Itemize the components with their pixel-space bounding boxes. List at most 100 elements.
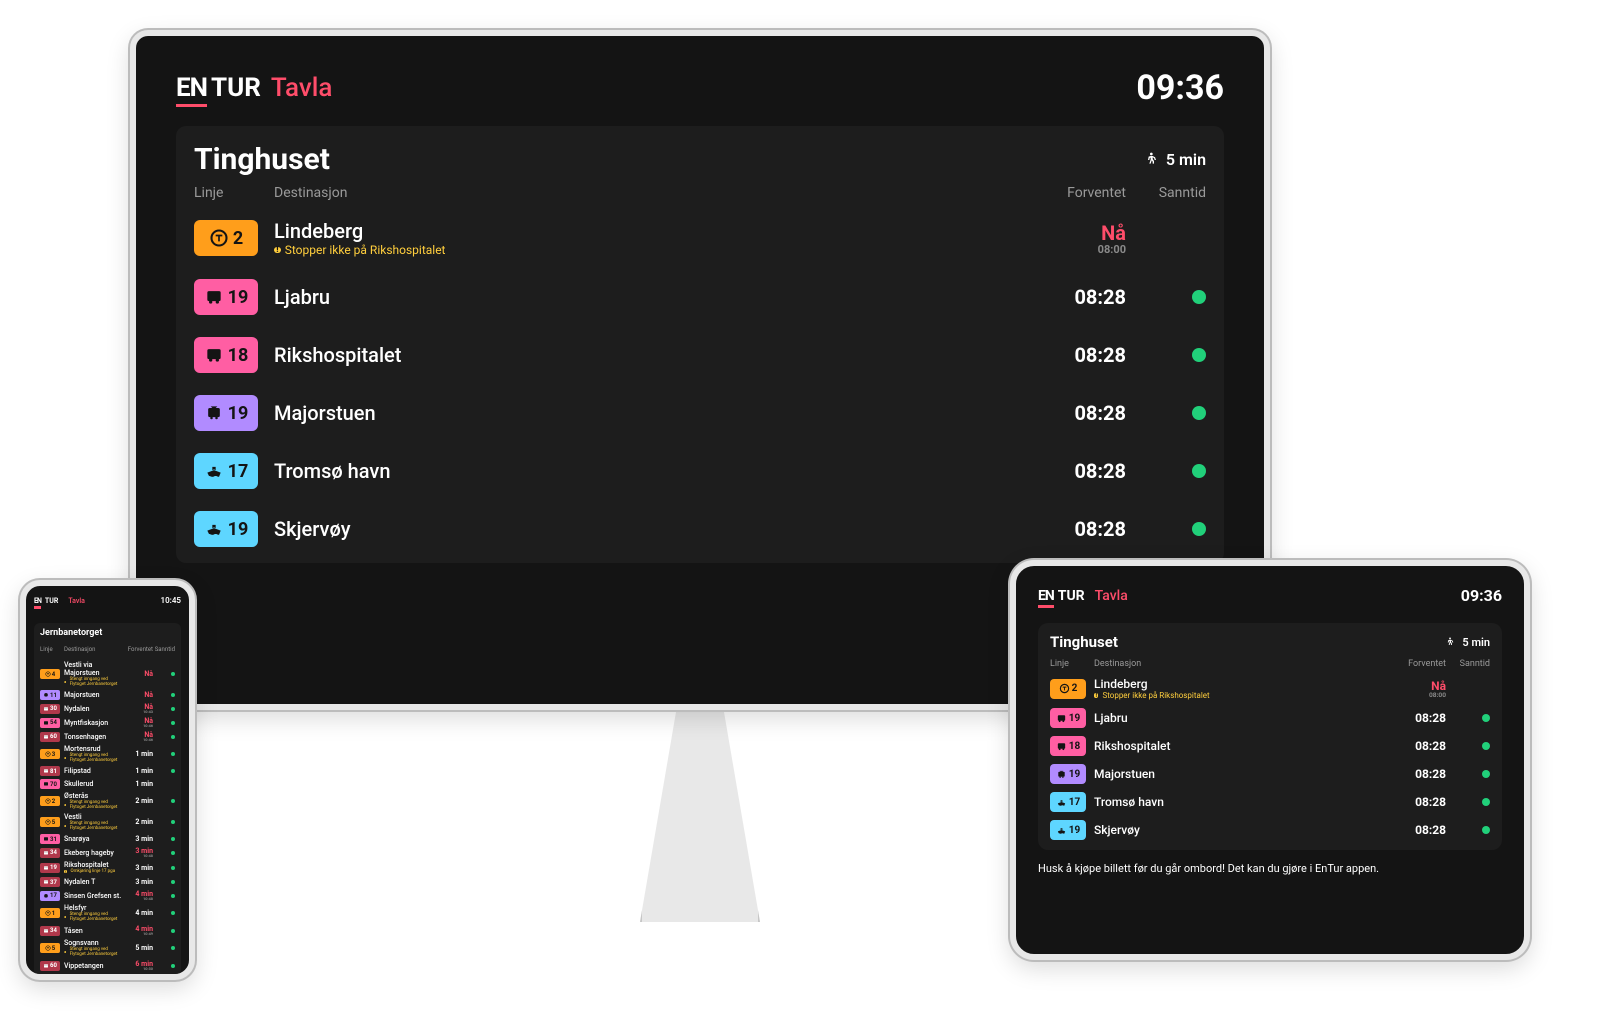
metro-icon [45,819,51,825]
realtime-cell [153,707,175,711]
service-note: ! Stengt inngang ved Flytoget Jernbanetor… [64,947,125,957]
realtime-indicator-icon [171,894,175,898]
logo-en: EN [176,73,207,107]
tram-icon [43,893,49,899]
realtime-indicator-icon [171,672,175,676]
col-expected: Forventet [1386,659,1446,669]
realtime-cell [153,721,175,725]
scheduled-time: 08:00 [1026,243,1126,256]
departure-row: 19Skjervøy08:28 [1050,820,1490,840]
expected-time: 08:28 [1386,711,1446,725]
line-number: 17 [228,461,249,482]
departure-row: 3Mortensrud!Stengt inngang ved Flytoget … [40,745,175,763]
departure-row: 34 Tåsen4 min10:49 [40,925,175,936]
destination: Ekeberg hageby [64,849,125,857]
destination-cell: Helsfyr!Stengt inngang ved Flytoget Jern… [64,904,125,922]
realtime-cell [153,735,175,739]
destination-cell: Tromsø havn [1094,795,1386,809]
line-badge: 19 [194,395,258,431]
bus-icon [204,345,224,365]
departure-row: 19Ljabru08:28 [194,279,1206,315]
service-note: ! Stengt inngang ved Flytoget Jernbanetor… [64,821,125,831]
line-badge: 5 [40,943,60,953]
logo-tur: TUR [1058,588,1085,604]
tram-icon [1056,769,1067,780]
realtime-cell [153,894,175,898]
warning-icon: ! [64,804,66,807]
topbar: ENTUR Tavla 10:45 [34,596,181,605]
realtime-cell [1446,770,1490,778]
note-text: Stengt inngang ved Flytoget Jernbanetorg… [70,912,125,922]
expected-time: 1 min [125,780,153,788]
destination: Rikshospitalet [274,343,1026,367]
warning-icon: ! [64,825,66,828]
expected-time: 08:28 [1026,517,1126,541]
note-text: Stengt inngang ved Flytoget Jernbanetorg… [70,821,125,831]
bus-icon [1056,713,1067,724]
scheduled-time: 10:46 [125,737,153,742]
destination-cell: Skjervøy [274,517,1026,541]
realtime-indicator-icon [1482,714,1490,722]
realtime-cell [1126,348,1206,362]
line-badge: 5 [40,817,60,827]
realtime-cell [153,964,175,968]
walk-time-value: 5 min [1166,150,1206,169]
bus-icon [43,706,49,712]
metro-icon [45,751,51,757]
destination-cell: Tåsen [64,927,125,935]
boat-icon [1056,797,1067,808]
destination: Nydalen [64,705,125,713]
departure-row: 19Ljabru08:28 [1050,708,1490,728]
metro-icon [45,671,51,677]
expected-time: 08:28 [1026,285,1126,309]
metro-icon [45,798,51,804]
realtime-cell [153,851,175,855]
line-badge: 34 [40,926,60,936]
destination-cell: Myntfiskasjon [64,719,125,727]
warning-icon: ! [64,951,66,954]
expected-time: 3 min [125,878,153,886]
scheduled-time: 10:49 [125,931,153,936]
scheduled-time: 10:48 [125,896,153,901]
destination: Majorstuen [1094,767,1386,781]
note-text: Omkjøring linje 17 pga [71,869,116,874]
note-text: Stopper ikke på Rikshospitalet [1102,691,1209,700]
realtime-indicator-icon [171,752,175,756]
expected-time: 4 min10:49 [125,925,153,936]
realtime-indicator-icon [171,929,175,933]
col-realtime: Sanntid [1446,659,1490,669]
realtime-indicator-icon [171,707,175,711]
line-badge: 11 [40,690,60,700]
departure-row: 2Østerås!Stengt inngang ved Flytoget Jer… [40,792,175,810]
expected-time: Nå10:46 [125,731,153,742]
boat-icon [204,461,224,481]
realtime-cell [153,769,175,773]
line-badge: 2 [194,220,258,256]
note-text: Stengt inngang ved Flytoget Jernbanetorg… [70,947,125,957]
expected-time: 3 min [125,864,153,872]
destination-cell: Lindeberg!Stopper ikke på Rikshospitalet [1094,677,1386,700]
expected-time: 08:28 [1386,739,1446,753]
departure-rows: 4Vestli via Majorstuen!Stengt inngang ve… [40,661,175,971]
line-number: 30 [50,705,57,712]
expected-time: Nå10:46 [125,717,153,728]
bus-icon [43,928,49,934]
col-expected: Forventet [125,646,153,653]
entur-logo: ENTUR Tavla [176,73,332,103]
walk-time-value: 5 min [1462,636,1490,649]
destination-cell: Snarøya [64,835,125,843]
warning-icon: ! [64,916,66,919]
departure-panel: Jernbanetorget Linje Destinasjon Forvent… [34,623,181,976]
line-number: 31 [50,836,57,843]
destination-cell: Filipstad [64,767,125,775]
bus-icon [43,836,49,842]
logo-tur: TUR [211,73,261,103]
destination-cell: Østerås!Stengt inngang ved Flytoget Jern… [64,792,125,810]
metro-icon [45,945,51,951]
stop-name: Tinghuset [1050,633,1118,651]
expected-time: Nå08:00 [1386,679,1446,699]
boat-icon [1056,825,1067,836]
departure-row: 54MyntfiskasjonNå10:46 [40,717,175,728]
destination-cell: Majorstuen [274,401,1026,425]
line-badge: 34 [40,848,60,858]
